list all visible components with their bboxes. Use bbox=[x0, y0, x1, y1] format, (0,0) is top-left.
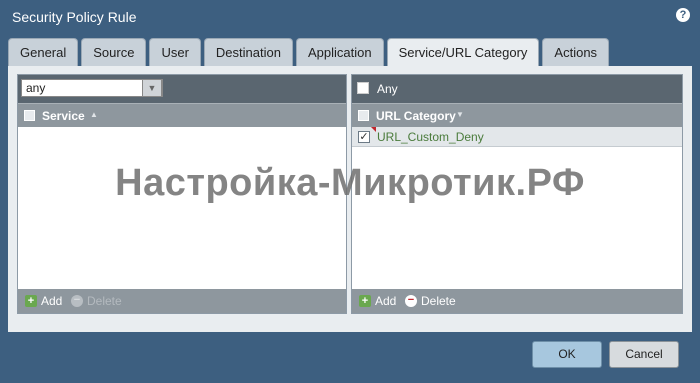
add-icon: + bbox=[25, 295, 37, 307]
table-row[interactable]: ✓ URL_Custom_Deny bbox=[352, 127, 682, 147]
service-select-bar: any ▼ bbox=[18, 75, 346, 103]
modified-flag-icon bbox=[371, 127, 376, 132]
service-column-label[interactable]: Service bbox=[42, 109, 85, 123]
service-delete-button[interactable]: − Delete bbox=[71, 294, 122, 308]
service-column-header: Service ▲ bbox=[18, 103, 346, 127]
delete-icon: − bbox=[71, 295, 83, 307]
watermark: Настройка-Микротик.РФ bbox=[115, 162, 585, 204]
help-icon[interactable]: ? bbox=[676, 8, 690, 22]
tab-general[interactable]: General bbox=[8, 38, 79, 66]
tab-source[interactable]: Source bbox=[81, 38, 147, 66]
url-delete-label: Delete bbox=[421, 294, 456, 308]
url-add-label: Add bbox=[375, 294, 397, 308]
url-category-name[interactable]: URL_Custom_Deny bbox=[377, 130, 484, 144]
service-add-label: Add bbox=[41, 294, 63, 308]
url-category-column-label[interactable]: URL Category bbox=[376, 109, 456, 123]
service-panel-footer: + Add − Delete bbox=[18, 289, 346, 313]
any-url-checkbox[interactable] bbox=[357, 82, 369, 94]
url-add-button[interactable]: + Add bbox=[359, 294, 396, 308]
any-url-label: Any bbox=[377, 82, 398, 96]
row-checkbox[interactable]: ✓ bbox=[358, 131, 370, 143]
select-all-checkbox[interactable] bbox=[358, 110, 369, 121]
service-add-button[interactable]: + Add bbox=[25, 294, 62, 308]
tab-application[interactable]: Application bbox=[295, 38, 384, 66]
add-icon: + bbox=[359, 295, 371, 307]
select-all-checkbox[interactable] bbox=[24, 110, 35, 121]
chevron-down-icon[interactable]: ▼ bbox=[142, 79, 162, 97]
url-any-bar: Any bbox=[352, 75, 682, 103]
url-panel-footer: + Add − Delete bbox=[352, 289, 682, 313]
cancel-button[interactable]: Cancel bbox=[609, 341, 679, 368]
tab-destination[interactable]: Destination bbox=[203, 38, 293, 66]
url-category-column-header: URL Category ▼ bbox=[352, 103, 682, 127]
service-delete-label: Delete bbox=[87, 294, 122, 308]
tab-bar: General Source User Destination Applicat… bbox=[8, 38, 610, 68]
tab-user[interactable]: User bbox=[149, 38, 201, 66]
url-delete-button[interactable]: − Delete bbox=[405, 294, 456, 308]
sort-ascending-icon[interactable]: ▲ bbox=[90, 110, 98, 119]
dialog-title: Security Policy Rule bbox=[12, 9, 137, 25]
security-policy-rule-dialog: Security Policy Rule ? General Source Us… bbox=[0, 0, 700, 383]
tab-service-url-category[interactable]: Service/URL Category bbox=[386, 38, 540, 68]
delete-icon: − bbox=[405, 295, 417, 307]
ok-button[interactable]: OK bbox=[532, 341, 602, 368]
sort-descending-icon[interactable]: ▼ bbox=[456, 110, 464, 119]
tab-actions[interactable]: Actions bbox=[542, 38, 610, 66]
